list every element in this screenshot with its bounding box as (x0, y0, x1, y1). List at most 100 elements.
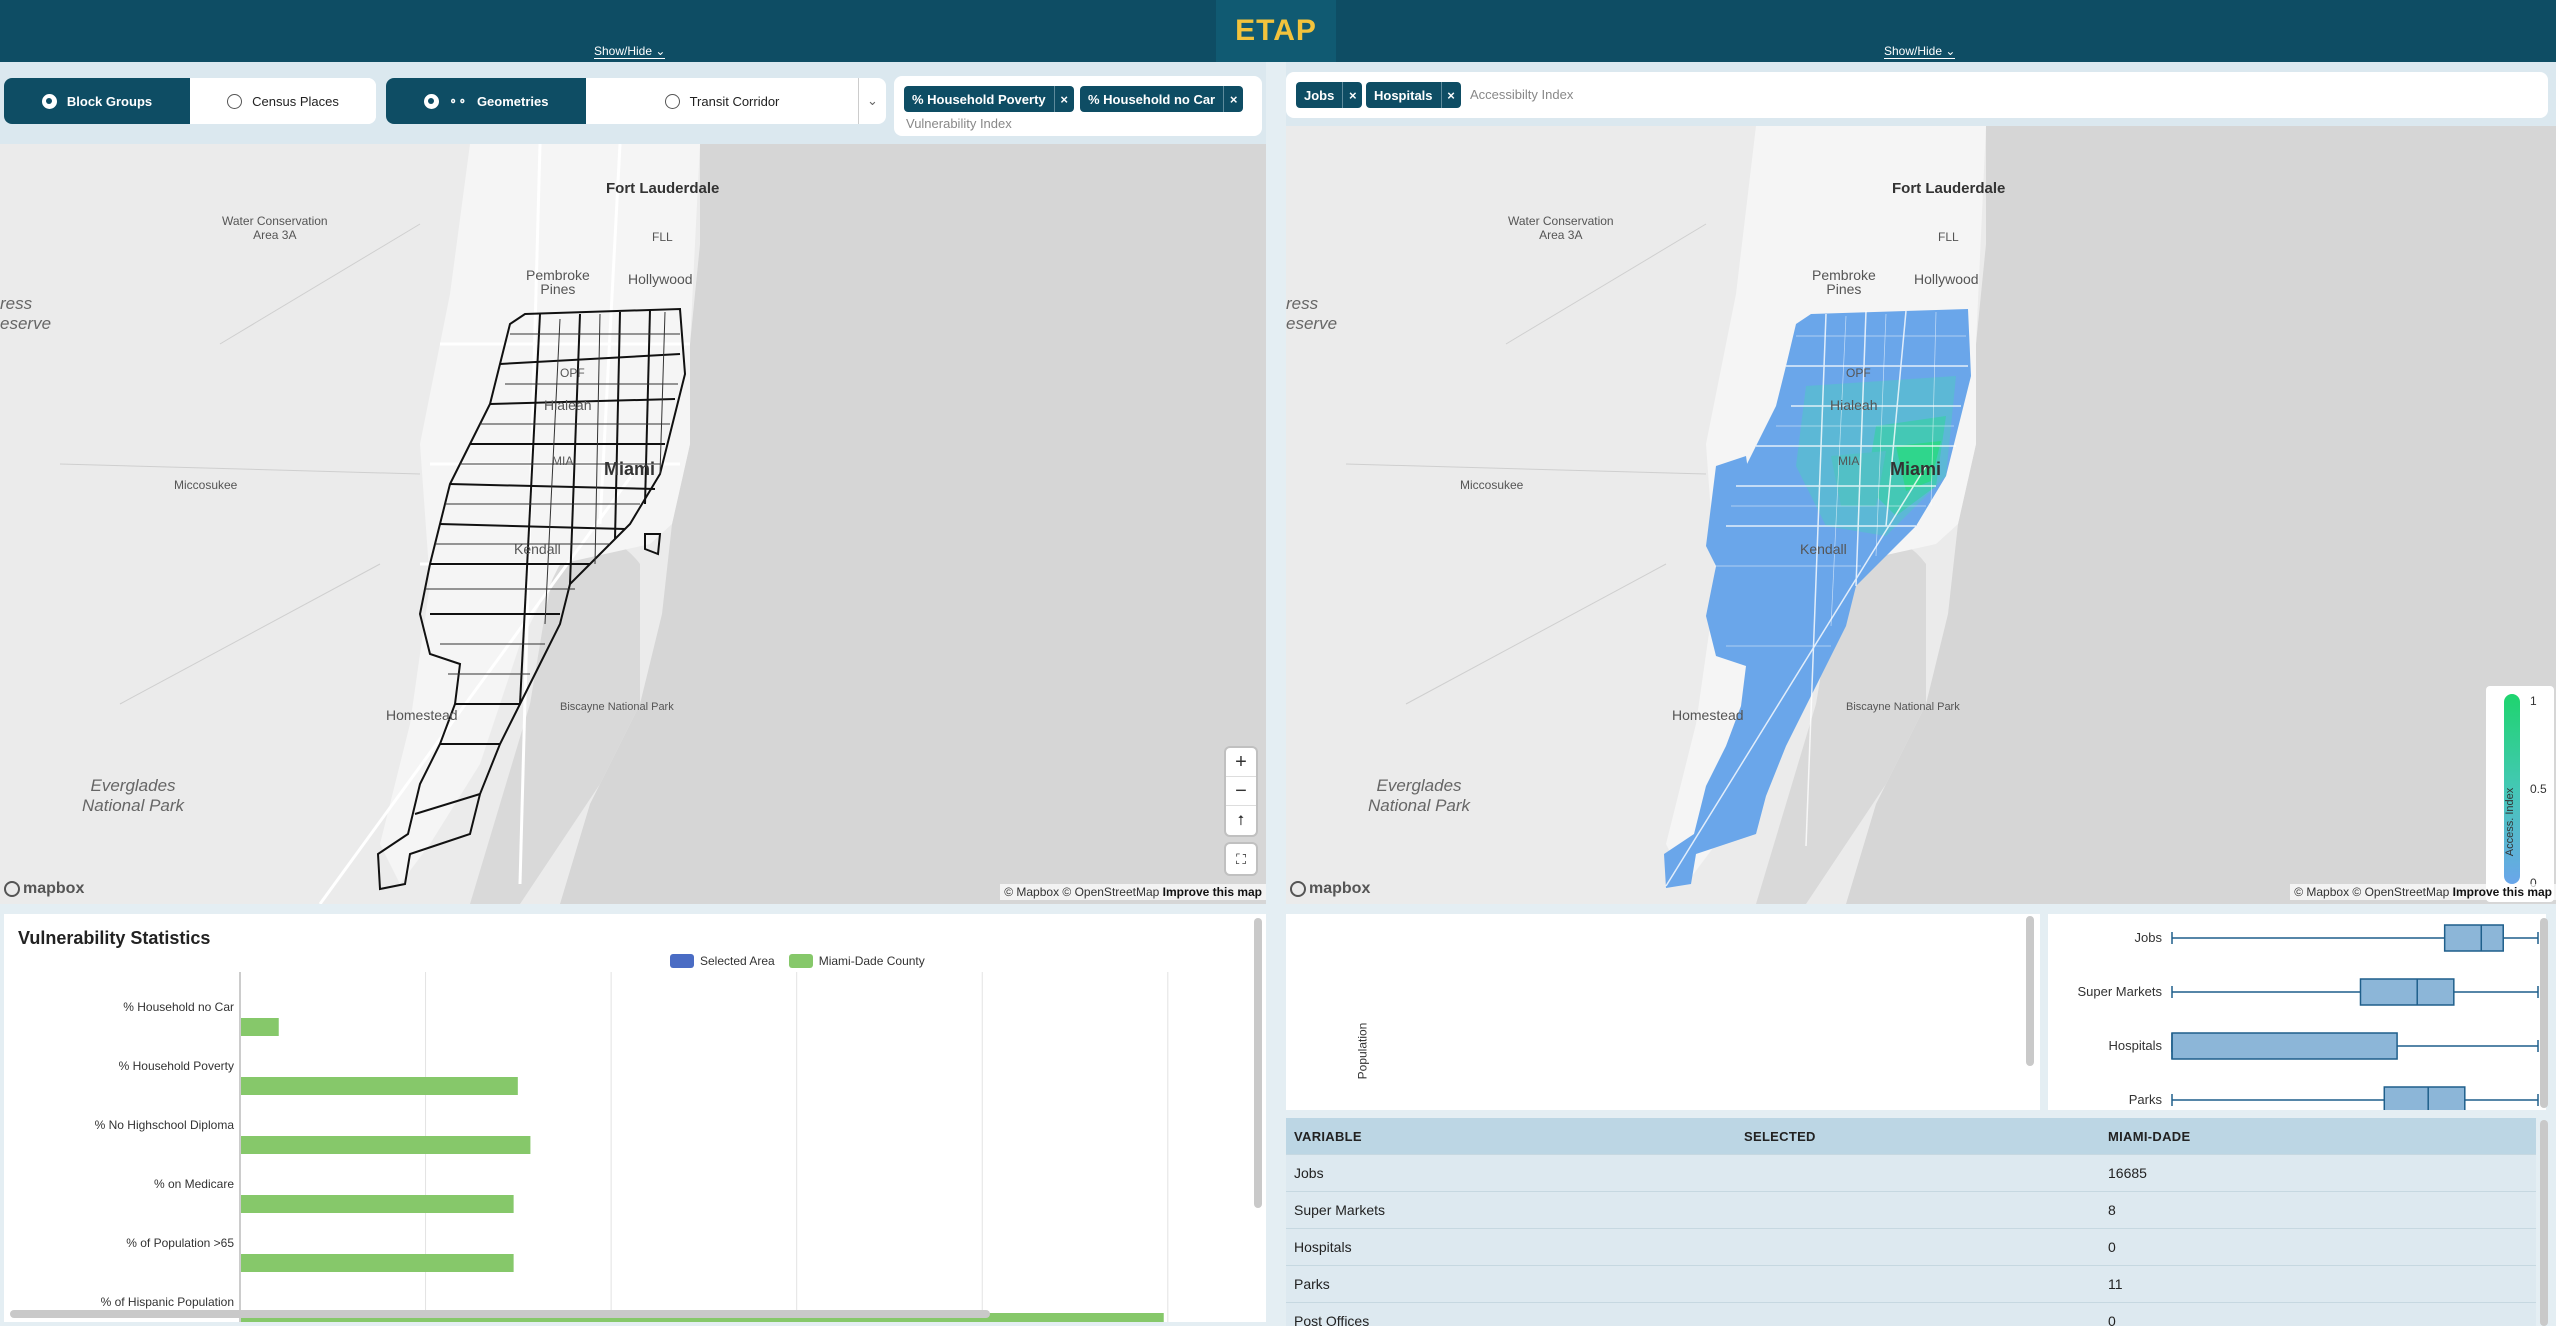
column-header: VARIABLE (1294, 1128, 1362, 1144)
table-cell: Post Offices (1294, 1313, 1370, 1326)
vertical-scrollbar[interactable] (2540, 918, 2548, 1108)
geometries-icon: ⚬⚬ (448, 95, 467, 108)
chip-label: Jobs (1304, 87, 1335, 103)
label-kendall: Kendall (1800, 541, 1847, 557)
census-places-option[interactable]: Census Places (190, 78, 376, 124)
vertical-scrollbar[interactable] (2540, 1120, 2548, 1326)
column-header: MIAMI-DADE (2108, 1128, 2191, 1144)
label-fort-lauderdale: Fort Lauderdale (1892, 180, 2006, 197)
legend-tick-max: 1 (2530, 694, 2537, 708)
bar-miami-dade-county[interactable] (241, 1254, 514, 1272)
app-logo: ETAP (1216, 0, 1336, 62)
right-control-strip: Jobs × Hospitals × Accessibilty Index (1286, 62, 2556, 126)
label-hollywood: Hollywood (1914, 271, 1979, 287)
label-miccosukee: Miccosukee (1460, 478, 1524, 492)
table-cell: 0 (2108, 1239, 2116, 1255)
show-hide-left-toggle[interactable]: Show/Hide ⌄ (594, 44, 666, 59)
label-everglades: Everglades National Park (1368, 776, 1471, 815)
close-icon[interactable]: × (1223, 86, 1243, 112)
label-fort-lauderdale: Fort Lauderdale (606, 180, 720, 197)
transit-corridor-label: Transit Corridor (689, 93, 780, 109)
chip-label: % Household no Car (1088, 91, 1216, 107)
close-icon[interactable]: × (1342, 82, 1362, 108)
show-hide-right-toggle[interactable]: Show/Hide ⌄ (1884, 44, 1956, 59)
label-reserve: ress eserve (0, 294, 52, 333)
boxplot-label: Hospitals (2108, 1038, 2162, 1053)
geometries-option[interactable]: ⚬⚬ Geometries (386, 78, 586, 124)
label-water-conservation: Water Conservation Area 3A (222, 214, 328, 242)
table-row[interactable]: Hospitals 0 (1286, 1229, 2536, 1266)
population-axis-label: Population (1355, 1022, 1370, 1080)
label-reserve: ress eserve (1286, 294, 1338, 333)
chip-label: Hospitals (1374, 87, 1433, 103)
fullscreen-button[interactable]: ⛶ (1226, 844, 1256, 874)
population-panel: Population (1286, 914, 2040, 1110)
table-cell: 0 (2108, 1313, 2116, 1326)
vertical-scrollbar[interactable] (2026, 916, 2034, 1066)
close-icon[interactable]: × (1053, 86, 1074, 112)
attribution-text: © Mapbox © OpenStreetMap (1004, 885, 1160, 899)
table-row[interactable]: Parks 11 (1286, 1266, 2536, 1303)
legend-tick-mid: 0.5 (2530, 782, 2547, 796)
zoom-out-button[interactable]: − (1226, 777, 1256, 806)
mapbox-logo[interactable]: mapbox (4, 880, 84, 898)
table-header-row: VARIABLE SELECTED MIAMI-DADE (1286, 1118, 2536, 1155)
label-miccosukee: Miccosukee (174, 478, 238, 492)
boxplot-parks[interactable] (2171, 1086, 2539, 1110)
label-hialeah: Hialeah (544, 397, 592, 413)
compass-button[interactable]: ⭡ (1226, 806, 1256, 835)
close-icon[interactable]: × (1440, 82, 1461, 108)
vulnerability-map[interactable]: Fort Lauderdale FLL Water Conservation A… (0, 144, 1266, 904)
legend-title: Access. Index (2504, 787, 2517, 857)
bar-miami-dade-county[interactable] (241, 1077, 518, 1095)
bar-miami-dade-county[interactable] (241, 1018, 279, 1036)
block-groups-option[interactable]: Block Groups (4, 78, 190, 124)
label-fll: FLL (1938, 230, 1959, 244)
box-iqr (2171, 1032, 2398, 1060)
accessibility-index-placeholder: Accessibilty Index (1470, 87, 1574, 102)
attribution-text: © Mapbox © OpenStreetMap (2294, 885, 2450, 899)
label-homestead: Homestead (386, 707, 458, 723)
mapbox-icon (1290, 881, 1306, 897)
accessibility-index-select[interactable]: Jobs × Hospitals × Accessibilty Index (1286, 72, 2548, 118)
chip-hospitals: Hospitals × (1366, 82, 1461, 108)
boxplot-label: Jobs (2134, 930, 2162, 945)
table-row[interactable]: Jobs 16685 (1286, 1155, 2536, 1192)
table-row[interactable]: Super Markets 8 (1286, 1192, 2536, 1229)
map-attribution[interactable]: © Mapbox © OpenStreetMap Improve this ma… (2290, 884, 2556, 900)
label-kendall: Kendall (514, 541, 561, 557)
label-water-conservation: Water Conservation Area 3A (1508, 214, 1614, 242)
radio-icon (664, 93, 680, 109)
zoom-in-button[interactable]: + (1226, 748, 1256, 777)
boxplot-hospitals[interactable] (2171, 1032, 2539, 1060)
label-pembroke-pines: Pembroke Pines (1812, 267, 1876, 297)
transit-corridor-option[interactable]: Transit Corridor (586, 78, 858, 124)
accessibility-map[interactable]: Fort Lauderdale FLL Water Conservation A… (1286, 126, 2556, 904)
boxplot-jobs[interactable] (2171, 924, 2539, 952)
table-cell: 11 (2108, 1276, 2123, 1292)
improve-map-link[interactable]: Improve this map (1163, 885, 1262, 899)
horizontal-scrollbar[interactable] (10, 1310, 990, 1318)
label-biscayne: Biscayne National Park (1846, 701, 1960, 713)
boxplot-super-markets[interactable] (2171, 978, 2539, 1006)
map-attribution[interactable]: © Mapbox © OpenStreetMap Improve this ma… (1000, 884, 1266, 900)
mapbox-logo[interactable]: mapbox (1290, 880, 1370, 898)
box-iqr (2383, 1086, 2466, 1110)
bar-miami-dade-county[interactable] (241, 1136, 531, 1154)
bar-miami-dade-county[interactable] (241, 1195, 514, 1213)
box-iqr (2443, 924, 2504, 952)
vulnerability-index-select[interactable]: % Household Poverty × % Household no Car… (894, 76, 1262, 136)
box-iqr (2359, 978, 2455, 1006)
column-header: SELECTED (1744, 1128, 1816, 1144)
access-index-legend: 1 0.5 0 Access. Index (2486, 686, 2554, 902)
chevron-down-icon[interactable]: ⌄ (858, 78, 886, 124)
radio-icon (227, 93, 243, 109)
table-row[interactable]: Post Offices 0 (1286, 1303, 2536, 1326)
vertical-scrollbar[interactable] (1254, 918, 1262, 1208)
label-fll: FLL (652, 230, 673, 244)
accessibility-boxplot-panel: Jobs Super Markets Hospitals Parks (2048, 914, 2546, 1110)
label-miami: Miami (604, 459, 656, 479)
improve-map-link[interactable]: Improve this map (2453, 885, 2552, 899)
chip-household-no-car: % Household no Car × (1080, 86, 1244, 112)
vulnerability-statistics-panel: Vulnerability Statistics Selected Area M… (4, 914, 1266, 1322)
